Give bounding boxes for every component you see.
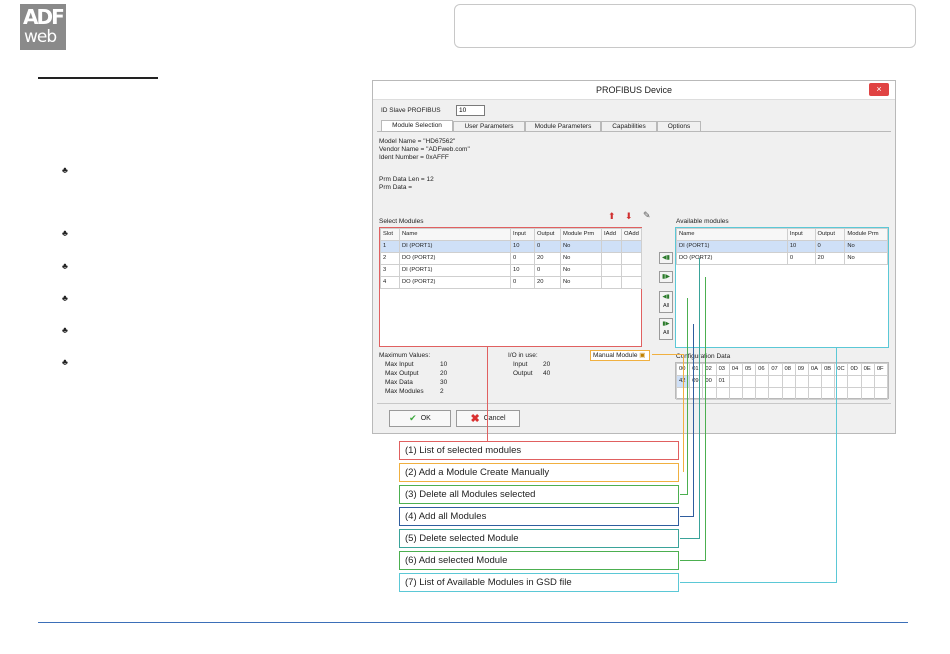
window-title: PROFIBUS Device	[373, 81, 895, 100]
id-slave-input[interactable]: 10	[456, 105, 485, 116]
ok-button[interactable]: ✔ OK	[389, 410, 451, 427]
bullet-icon: ♣	[62, 165, 68, 175]
footer-divider	[377, 403, 891, 404]
info-prm-len: Prm Data Len = 12	[379, 176, 434, 183]
legend-item-4: (4) Add all Modules	[399, 507, 679, 526]
table-row[interactable]: 2 DO (PORT2) 0 20 No	[380, 252, 642, 265]
move-up-icon[interactable]: ⬆	[608, 211, 616, 222]
config-row: 42090001	[675, 375, 889, 388]
connector-4h	[680, 516, 694, 517]
config-row	[675, 387, 889, 400]
lock-icon: ▣	[639, 352, 646, 359]
add-selected-module-button[interactable]: ▮▶	[659, 271, 673, 283]
add-all-modules-button[interactable]: ▮▶ All	[659, 318, 673, 340]
connector-3	[687, 298, 688, 494]
max-input-label: Max Input	[385, 361, 414, 368]
io-input-label: Input	[513, 361, 528, 368]
connector-6h	[680, 560, 706, 561]
table-row[interactable]: DI (PORT1) 10 0 No	[676, 240, 888, 253]
config-row: 000102030405060708090A0B0C0D0E0F	[675, 363, 889, 376]
legend-item-6: (6) Add selected Module	[399, 551, 679, 570]
max-modules-value: 2	[440, 388, 444, 395]
configuration-data-label: Configuration Data	[676, 353, 731, 360]
select-modules-label: Select Modules	[379, 218, 424, 225]
bullet-icon: ♣	[62, 293, 68, 303]
selected-modules-list[interactable]: Slot Name Input Output Module Prm IAdd OAdd 1D…	[379, 227, 642, 347]
info-model: Model Name = "HD67562"	[379, 138, 456, 145]
table-row[interactable]: 1 DI (PORT1) 10 0 No	[380, 240, 642, 253]
connector-3h	[680, 494, 688, 495]
delete-selected-module-button[interactable]: ◀▮	[659, 252, 673, 264]
available-modules-list[interactable]: Name Input Output Module Prm DI (PORT1) 10 0 N…	[675, 227, 889, 348]
connector-7h	[680, 582, 837, 583]
max-output-label: Max Output	[385, 370, 419, 377]
id-slave-label: ID Slave PROFIBUS	[381, 107, 441, 114]
io-in-use-title: I/O in use:	[508, 352, 538, 359]
available-modules-label: Available modules	[676, 218, 729, 225]
info-prm-data: Prm Data =	[379, 184, 413, 191]
footer-line	[38, 622, 908, 623]
connector-2	[683, 354, 684, 472]
bullet-icon: ♣	[62, 325, 68, 335]
configuration-data-grid[interactable]: 000102030405060708090A0B0C0D0E0F 4209000…	[675, 362, 889, 400]
info-vendor: Vendor Name = "ADFweb.com"	[379, 146, 470, 153]
section-underline	[38, 77, 158, 79]
max-output-value: 20	[440, 370, 448, 377]
delete-all-modules-button[interactable]: ◀▮ All	[659, 291, 673, 313]
bullet-icon: ♣	[62, 357, 68, 367]
table-row[interactable]: DO (PORT2) 0 20 No	[676, 252, 888, 265]
cancel-icon: ✖	[470, 413, 480, 425]
legend-item-3: (3) Delete all Modules selected	[399, 485, 679, 504]
max-values-title: Maximum Values:	[379, 352, 431, 359]
profibus-device-window: PROFIBUS Device × ID Slave PROFIBUS 10 M…	[372, 80, 896, 434]
connector-7	[836, 347, 837, 582]
max-modules-label: Max Modules	[385, 388, 424, 395]
max-input-value: 10	[440, 361, 448, 368]
io-output-value: 40	[543, 370, 551, 377]
table-row[interactable]: 4 DO (PORT2) 0 20 No	[380, 276, 642, 289]
table-header: Name Input Output Module Prm	[676, 228, 888, 241]
legend-item-1: (1) List of selected modules	[399, 441, 679, 460]
edit-icon[interactable]: ✎	[643, 210, 651, 221]
adfweb-logo: ADF web	[20, 4, 66, 50]
connector-5	[699, 258, 700, 538]
bullet-icon: ♣	[62, 228, 68, 238]
connector-4	[693, 324, 694, 516]
header-box	[454, 4, 916, 48]
table-header: Slot Name Input Output Module Prm IAdd OAdd	[380, 228, 642, 241]
bullet-icon: ♣	[62, 261, 68, 271]
io-output-label: Output	[513, 370, 533, 377]
tab-divider	[377, 131, 891, 132]
connector-6	[705, 277, 706, 560]
connector-2h	[652, 354, 684, 355]
legend-item-7: (7) List of Available Modules in GSD fil…	[399, 573, 679, 592]
max-data-value: 30	[440, 379, 448, 386]
connector-5h	[680, 538, 700, 539]
legend-item-2: (2) Add a Module Create Manually	[399, 463, 679, 482]
io-input-value: 20	[543, 361, 551, 368]
max-data-label: Max Data	[385, 379, 413, 386]
connector-1	[487, 346, 488, 441]
move-down-icon[interactable]: ⬇	[625, 211, 633, 222]
close-button[interactable]: ×	[869, 83, 889, 96]
table-row[interactable]: 3 DI (PORT1) 10 0 No	[380, 264, 642, 277]
check-icon: ✔	[409, 413, 417, 423]
manual-module-button[interactable]: Manual Module ▣	[590, 350, 650, 361]
legend-item-5: (5) Delete selected Module	[399, 529, 679, 548]
cancel-button[interactable]: ✖ Cancel	[456, 410, 520, 427]
info-ident: Ident Number = 0xAFFF	[379, 154, 449, 161]
